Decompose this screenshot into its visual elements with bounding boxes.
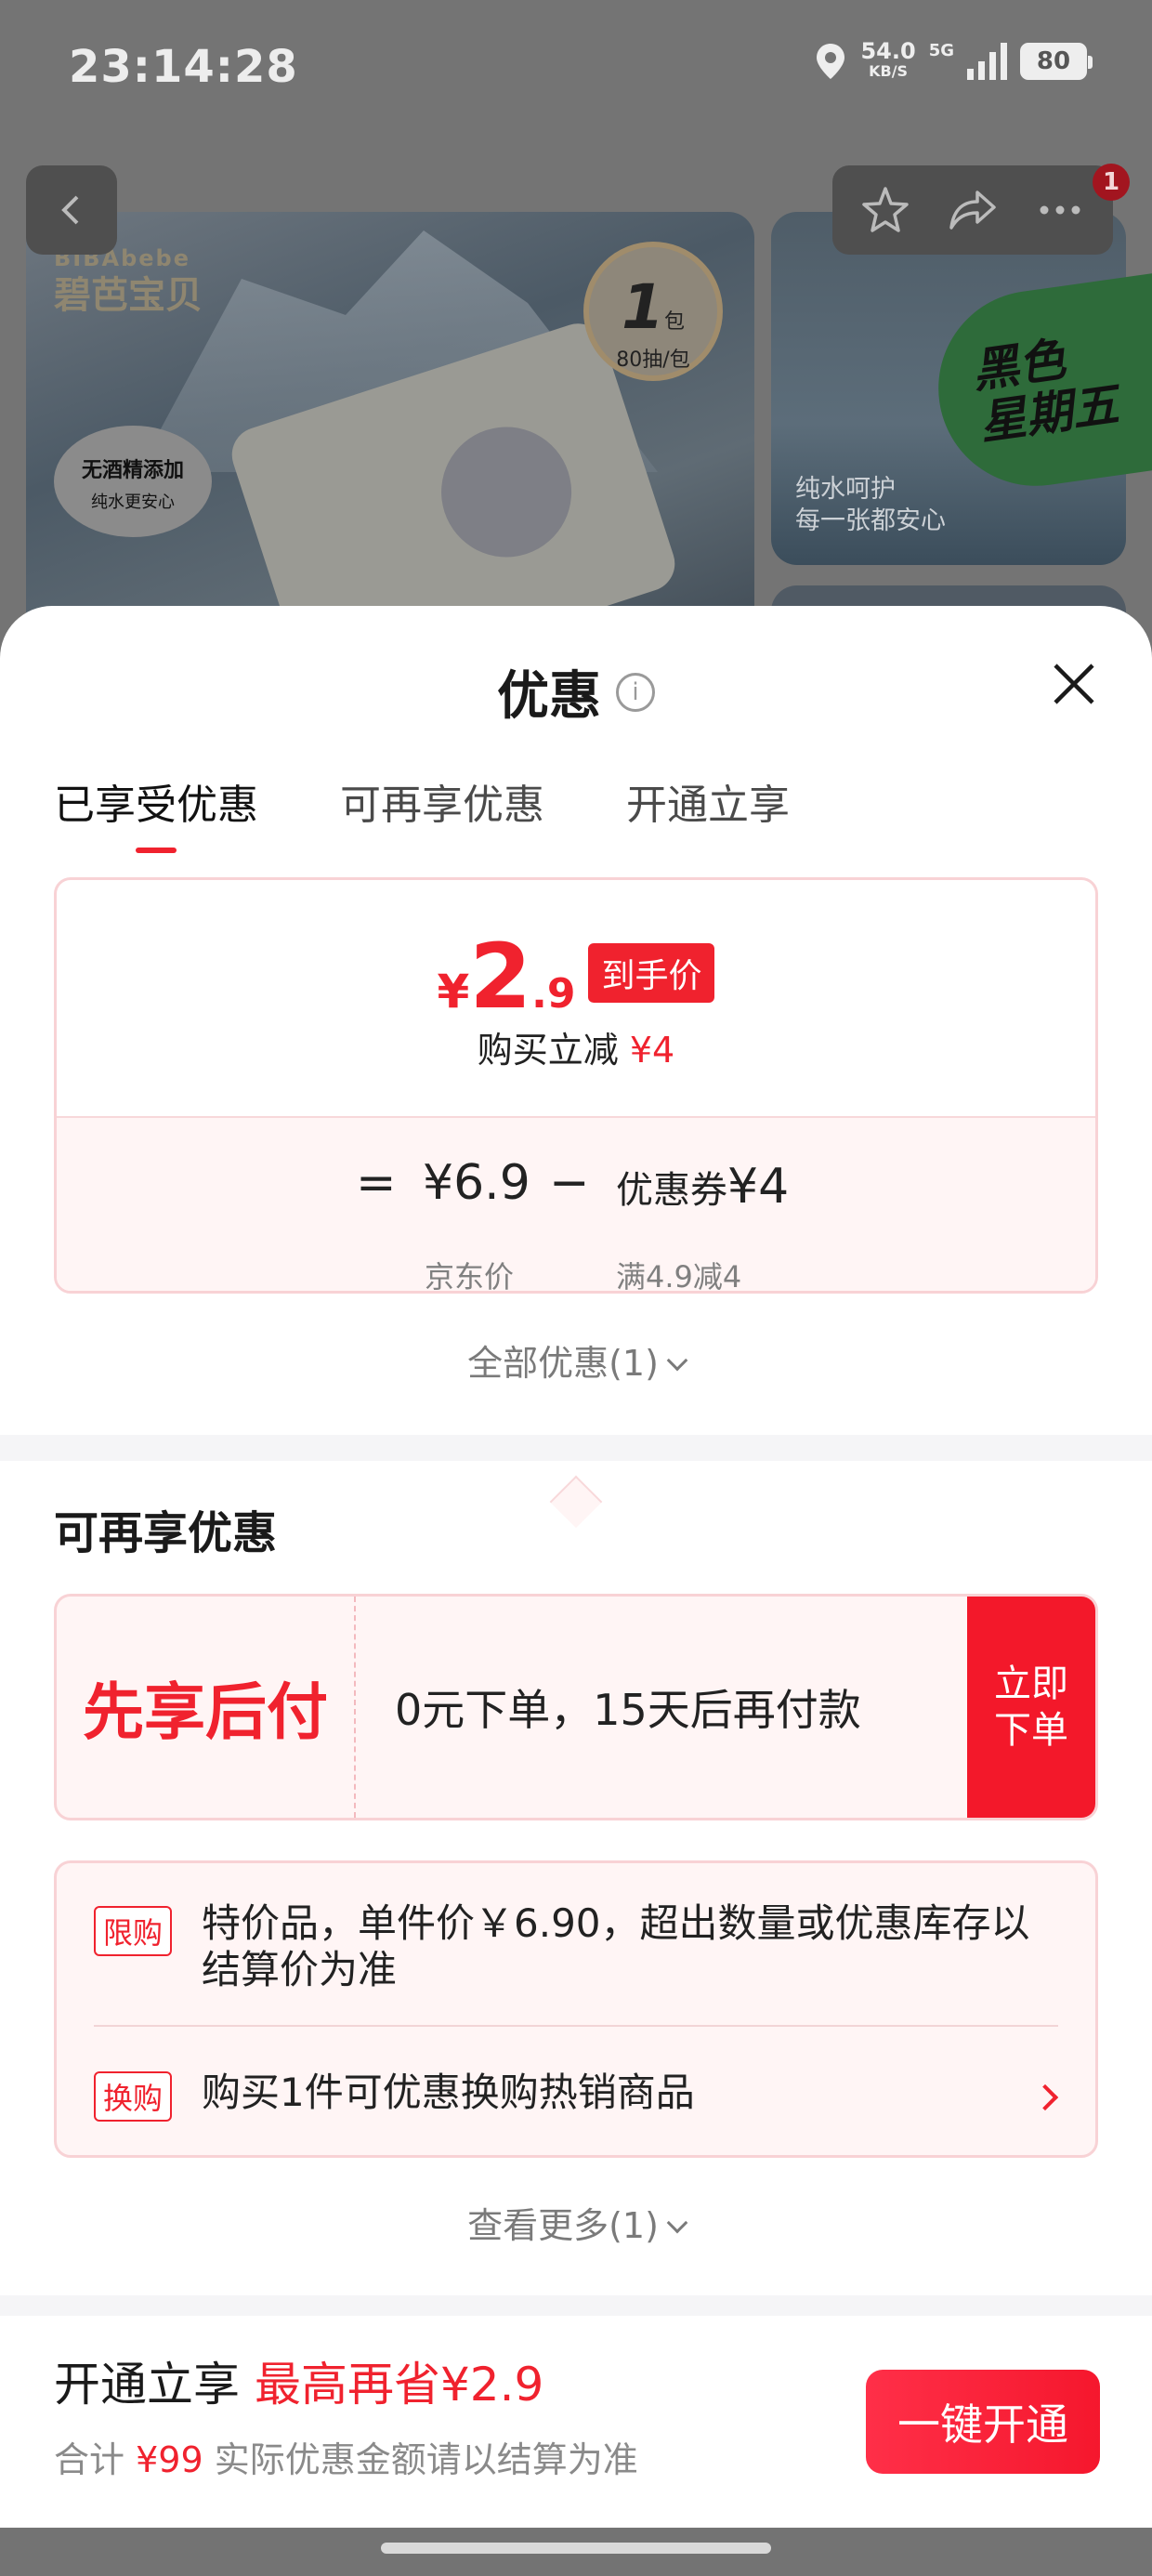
all-discounts-toggle[interactable]: 全部优惠(1) (0, 1334, 1152, 1386)
battery-icon: 80 (1020, 43, 1093, 80)
price-currency: ¥ (437, 965, 470, 1019)
coupon-amount: ¥4 (727, 1159, 790, 1215)
final-price-card: ¥2.9 到手价 购买立减 ¥4 = ¥6.9 − 优惠券¥4 京东价 满4.9减… (54, 877, 1098, 1294)
footer-title: 开通立享 (54, 2358, 240, 2412)
rule-exchange[interactable]: 换购 购买1件可优惠换购热销商品 (94, 2070, 1059, 2125)
chevron-down-icon (666, 2212, 688, 2234)
rule-tag-limit: 限购 (94, 1906, 173, 1956)
chevron-right-icon (1031, 2083, 1059, 2111)
footer-note: 实际优惠金额请以结算为准 (214, 2439, 638, 2480)
network-type: 5G (928, 41, 954, 60)
sheet-header: 优惠 i (0, 654, 1152, 729)
more-icon[interactable] (1033, 183, 1087, 237)
order-now-button[interactable]: 立即 下单 (967, 1597, 1095, 1818)
open-membership-button[interactable]: 一键开通 (866, 2370, 1100, 2474)
pay-later-card[interactable]: 先享后付 0元下单，15天后再付款 立即 下单 (54, 1594, 1098, 1820)
net-speed: 54.0 KB/S (860, 38, 916, 80)
status-bar: 23:14:28 54.0 KB/S 5G 80 (0, 0, 1152, 139)
chevron-down-icon (666, 1349, 688, 1372)
final-price-label: 到手价 (588, 943, 715, 1003)
signal-icon (967, 43, 1007, 80)
section-divider (0, 1435, 1152, 1461)
status-time: 23:14:28 (69, 41, 298, 93)
home-indicator-bar (0, 2528, 1152, 2576)
purchase-rules: 限购 特价品，单件价￥6.90，超出数量或优惠库存以结算价为准 换购 购买1件可… (54, 1860, 1098, 2158)
star-icon[interactable] (858, 183, 912, 237)
rule-text-limit: 特价品，单件价￥6.90，超出数量或优惠库存以结算价为准 (202, 1900, 1030, 1992)
home-indicator[interactable] (381, 2543, 771, 2554)
jd-price-label: 京东价 (425, 1259, 515, 1294)
pack-count-badge: 1包 80抽/包 (583, 242, 723, 381)
thumbnail-caption: 纯水呵护 每一张都安心 (795, 475, 946, 535)
section-title: 可再享优惠 (54, 1507, 278, 1559)
back-button[interactable] (26, 165, 117, 255)
chevron-left-icon (61, 195, 79, 225)
rule-tag-exchange: 换购 (94, 2071, 173, 2122)
top-actions (832, 165, 1113, 255)
jd-price: ¥6.9 (423, 1155, 530, 1211)
price-decimal: .9 (531, 970, 576, 1018)
tab-more-available[interactable]: 可再享优惠 (340, 771, 544, 853)
pay-later-title: 先享后付 (57, 1597, 356, 1818)
footer-total-label: 合计 (54, 2439, 125, 2480)
rule-divider (94, 2025, 1058, 2027)
rule-text-exchange: 购买1件可优惠换购热销商品 (202, 2070, 695, 2115)
footer-total-amount: ¥99 (136, 2439, 203, 2480)
info-icon[interactable]: i (616, 672, 655, 712)
footer-highlight: 最高再省¥2.9 (255, 2358, 544, 2412)
price-integer: 2 (469, 925, 532, 1029)
product-main-image: BIBAbebe 碧芭宝贝 1包 80抽/包 无酒精添加 纯水更安心 (26, 212, 754, 651)
notification-badge: 1 (1093, 164, 1130, 201)
final-price-section: ¥2.9 到手价 购买立减 ¥4 (57, 880, 1095, 1116)
membership-footer: 开通立享 最高再省¥2.9 合计 ¥99 实际优惠金额请以结算为准 一键开通 (0, 2316, 1152, 2528)
equals-sign: = (356, 1155, 397, 1211)
status-icons: 54.0 KB/S 5G 80 (814, 38, 1093, 82)
location-icon (817, 44, 845, 79)
instant-discount: 购买立减 ¥4 (57, 1021, 1095, 1072)
minus-sign: − (549, 1155, 590, 1211)
view-more-label: 查看更多(1) (467, 2205, 659, 2246)
tab-open-now[interactable]: 开通立享 (626, 771, 790, 853)
final-price: ¥2.9 到手价 (57, 925, 1095, 1029)
discount-tabs: 已享受优惠 可再享优惠 开通立享 (54, 771, 790, 853)
instant-discount-amount: ¥4 (629, 1030, 675, 1071)
all-discounts-label: 全部优惠(1) (467, 1343, 659, 1384)
discount-sheet: 优惠 i 已享受优惠 可再享优惠 开通立享 ¥2.9 到手价 购买立减 ¥4 = ¥… (0, 606, 1152, 2528)
instant-discount-label: 购买立减 (477, 1030, 619, 1071)
sheet-title: 优惠 (497, 666, 601, 727)
price-breakdown: = ¥6.9 − 优惠券¥4 京东价 满4.9减4 (57, 1116, 1095, 1294)
share-icon[interactable] (946, 183, 1000, 237)
close-icon[interactable] (1048, 658, 1100, 710)
no-alcohol-badge: 无酒精添加 纯水更安心 (54, 426, 212, 537)
tab-enjoyed[interactable]: 已享受优惠 (54, 771, 258, 853)
coupon-label: 优惠券 (616, 1169, 727, 1212)
pay-later-desc: 0元下单，15天后再付款 (395, 1685, 861, 1735)
footer-total-line: 合计 ¥99 实际优惠金额请以结算为准 (54, 2431, 638, 2482)
breakdown-notch (549, 1475, 603, 1529)
coupon-value: 优惠券¥4 (616, 1159, 789, 1215)
footer-title-line: 开通立享 最高再省¥2.9 (54, 2347, 543, 2414)
view-more-toggle[interactable]: 查看更多(1) (0, 2197, 1152, 2248)
coupon-rule: 满4.9减4 (616, 1259, 742, 1294)
